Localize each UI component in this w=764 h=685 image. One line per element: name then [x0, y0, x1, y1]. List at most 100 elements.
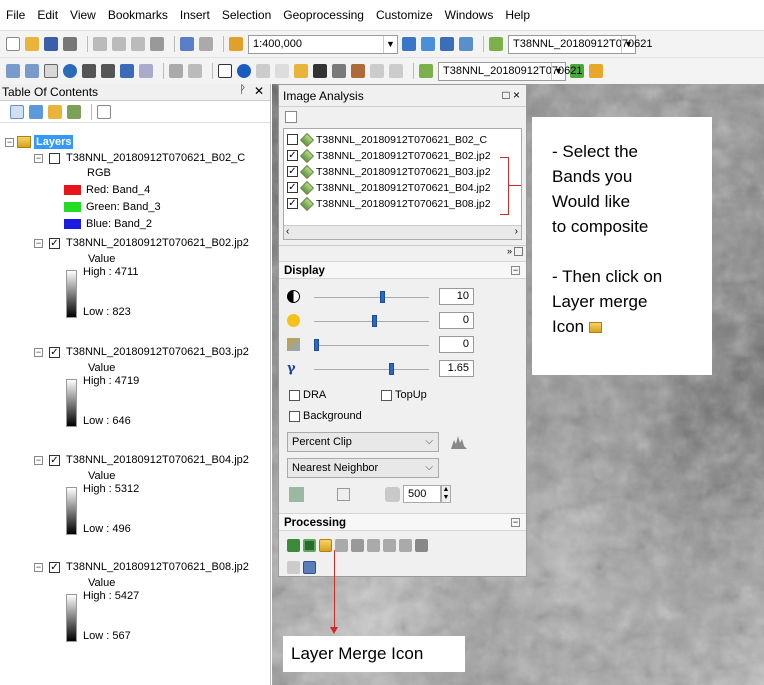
clear-selection-icon[interactable] [188, 64, 202, 78]
swipe-icon[interactable] [287, 561, 300, 574]
brightness-slider-thumb[interactable] [372, 315, 378, 327]
filter-icon[interactable] [383, 539, 396, 552]
identify-icon[interactable] [237, 64, 251, 78]
dpi-spinner[interactable]: ▲ ▼ [441, 485, 451, 503]
dock-icon[interactable] [514, 247, 523, 256]
select-elements-icon[interactable] [218, 64, 232, 78]
contrast-slider-thumb[interactable] [380, 291, 385, 303]
list-by-source-icon[interactable] [29, 104, 43, 119]
redo-icon[interactable] [199, 37, 213, 51]
pan-icon[interactable] [44, 64, 58, 78]
hyperlink-icon[interactable] [256, 64, 270, 78]
menu-selection[interactable]: Selection [222, 0, 271, 30]
layer-visibility-checkbox[interactable] [49, 153, 60, 164]
brightness-value[interactable]: 0 [439, 312, 474, 329]
topup-checkbox[interactable]: TopUp [381, 389, 427, 401]
display-section-header[interactable]: Display − [279, 261, 526, 279]
layer-merge-icon[interactable] [319, 539, 332, 552]
scroll-left-icon[interactable]: ‹ [286, 226, 289, 237]
layer-checkbox[interactable]: ✓ [287, 198, 298, 209]
map-scale-combo[interactable]: 1:400,000 ▼ [248, 34, 398, 54]
zoom-in-icon[interactable] [6, 64, 20, 78]
layer-name[interactable]: T38NNL_20180912T070621_B02.jp2 [66, 236, 249, 250]
paste-icon[interactable] [131, 37, 145, 51]
list-by-visibility-icon[interactable] [48, 104, 62, 119]
open-icon[interactable] [25, 37, 39, 51]
menu-customize[interactable]: Customize [376, 0, 433, 30]
layer-name[interactable]: T38NNL_20180912T070621_B03.jp2 [66, 345, 249, 359]
editor-icon[interactable] [402, 37, 416, 51]
collapse-icon[interactable]: − [511, 518, 520, 527]
measure-icon[interactable] [294, 64, 308, 78]
back-icon[interactable] [120, 64, 134, 78]
collapse-icon[interactable]: − [34, 348, 43, 357]
collapse-icon[interactable]: − [34, 154, 43, 163]
composite-icon[interactable] [399, 539, 412, 552]
add-data-icon[interactable] [229, 37, 243, 51]
shaded-relief-icon[interactable] [351, 539, 364, 552]
horizontal-scrollbar[interactable]: ‹ › [284, 225, 521, 239]
image-layer-item[interactable]: ✓ T38NNL_20180912T070621_B08.jp2 [287, 196, 491, 211]
image-layer-item[interactable]: ✓ T38NNL_20180912T070621_B02.jp2 [287, 148, 491, 163]
gamma-slider-thumb[interactable] [388, 363, 394, 375]
list-by-drawing-order-icon[interactable] [10, 104, 24, 119]
image-layer-item[interactable]: ✓ T38NNL_20180912T070621_B03.jp2 [287, 164, 491, 179]
transparency-slider-track[interactable] [314, 345, 429, 346]
gamma-value[interactable]: 1.65 [439, 360, 474, 377]
menu-edit[interactable]: Edit [37, 0, 58, 30]
layer-name[interactable]: T38NNL_20180912T070621_B08.jp2 [66, 560, 249, 574]
time-slider-icon[interactable] [370, 64, 384, 78]
layer-effects-icon[interactable] [589, 64, 603, 78]
layers-group-label[interactable]: Layers [34, 135, 74, 149]
composite-layer-name[interactable]: T38NNL_20180912T070621_B02_C [66, 151, 245, 165]
orthorectify-icon[interactable] [303, 561, 316, 574]
contrast-value[interactable]: 10 [439, 288, 474, 305]
menu-insert[interactable]: Insert [180, 0, 210, 30]
collapse-icon[interactable]: − [5, 138, 14, 147]
gamma-slider-track[interactable] [314, 369, 429, 370]
layer-combo-2[interactable]: T38NNL_20180912T070621 ▼ [438, 61, 582, 81]
find-route-icon[interactable] [332, 64, 346, 78]
resampling-dropdown[interactable]: Nearest Neighbor ⌵ [287, 458, 439, 478]
fixed-zoom-out-icon[interactable] [101, 64, 115, 78]
clip-icon[interactable] [287, 539, 300, 552]
create-viewer-icon[interactable] [389, 64, 403, 78]
difference-icon[interactable] [367, 539, 380, 552]
layer-checkbox[interactable]: ✓ [287, 182, 298, 193]
splitter[interactable]: » [279, 245, 526, 256]
go-to-xy-icon[interactable] [351, 64, 365, 78]
options-icon[interactable] [97, 104, 111, 119]
options-icon[interactable] [285, 111, 297, 123]
window-controls[interactable]: □ × [502, 88, 520, 102]
collapse-arrows-icon[interactable]: » [507, 246, 512, 256]
select-features-icon[interactable] [169, 64, 183, 78]
search-window-icon[interactable] [459, 37, 473, 51]
full-extent-icon[interactable] [63, 64, 77, 78]
menu-file[interactable]: File [6, 0, 25, 30]
processing-section-header[interactable]: Processing − [279, 513, 526, 531]
toc-window-icon[interactable] [421, 37, 435, 51]
cut-icon[interactable] [93, 37, 107, 51]
layer-visibility-checkbox[interactable]: ✓ [49, 562, 60, 573]
menu-geoprocessing[interactable]: Geoprocessing [283, 0, 364, 30]
undo-icon[interactable] [180, 37, 194, 51]
delete-icon[interactable] [150, 37, 164, 51]
checkbox-box[interactable] [381, 389, 392, 401]
html-popup-icon[interactable] [275, 64, 289, 78]
collapse-icon[interactable]: − [34, 239, 43, 248]
calculator-icon[interactable] [337, 488, 350, 501]
layer-visibility-checkbox[interactable]: ✓ [49, 238, 60, 249]
save-icon[interactable] [44, 37, 58, 51]
collapse-icon[interactable]: − [511, 266, 520, 275]
image-layer-item[interactable]: ✓ T38NNL_20180912T070621_B04.jp2 [287, 180, 491, 195]
layer-visibility-checkbox[interactable]: ✓ [49, 455, 60, 466]
menu-bookmarks[interactable]: Bookmarks [108, 0, 168, 30]
dra-checkbox[interactable]: DRA [289, 389, 326, 401]
layer-checkbox[interactable]: ✓ [287, 150, 298, 161]
close-icon[interactable]: ✕ [254, 84, 264, 98]
list-by-selection-icon[interactable] [67, 104, 81, 119]
apply-display-icon[interactable] [289, 487, 304, 502]
checkbox-box[interactable] [289, 389, 300, 401]
layer-name[interactable]: T38NNL_20180912T070621_B04.jp2 [66, 453, 249, 467]
mask-icon[interactable] [303, 539, 316, 552]
